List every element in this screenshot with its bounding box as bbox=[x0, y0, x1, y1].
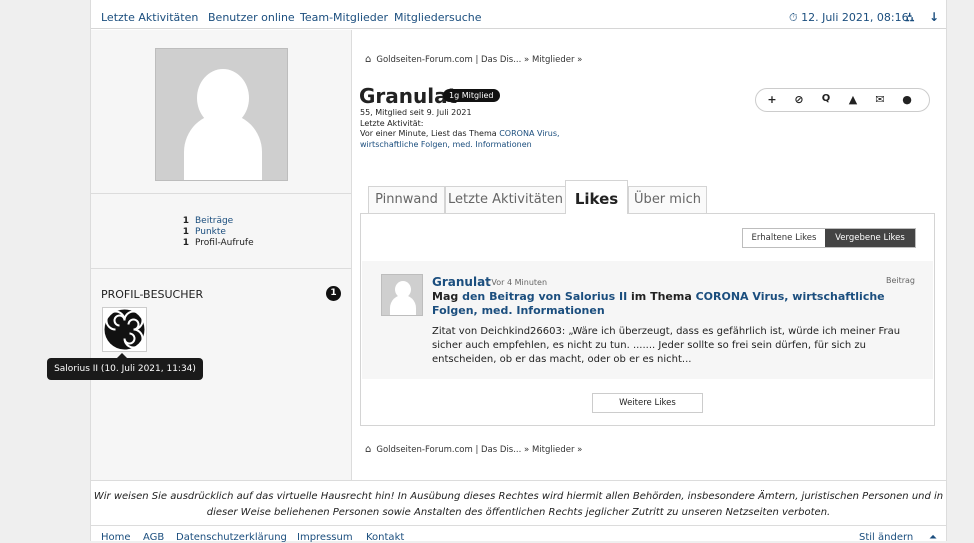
nav-team-members[interactable]: Team-Mitglieder bbox=[300, 11, 388, 24]
follow-icon[interactable]: + bbox=[760, 93, 784, 106]
stat-posts-link[interactable]: Beiträge bbox=[195, 216, 233, 226]
arrow-down-icon[interactable]: ↓ bbox=[929, 10, 939, 24]
rank-badge: 1g Mitglied bbox=[443, 89, 500, 102]
breadcrumb-members[interactable]: Mitglieder bbox=[532, 445, 575, 455]
post-link[interactable]: den Beitrag von Salorius II bbox=[462, 290, 627, 303]
breadcrumb-top: ⌂ Goldseiten-Forum.com | Das Dis... » Mit… bbox=[365, 54, 583, 65]
like-quote: Zitat von Deichkind26603: „Wäre ich über… bbox=[432, 326, 901, 365]
arrow-up-icon[interactable]: ⏶ bbox=[929, 532, 937, 543]
mail-icon[interactable]: ✉ bbox=[868, 93, 892, 106]
likes-panel: Erhaltene Likes Vergebene Likes Granulat… bbox=[360, 213, 935, 426]
tab-about-me[interactable]: Über mich bbox=[628, 186, 707, 214]
tab-recent-activity[interactable]: Letzte Aktivitäten bbox=[445, 186, 566, 214]
nav-member-search[interactable]: Mitgliedersuche bbox=[394, 11, 481, 24]
user-avatar[interactable] bbox=[381, 274, 423, 316]
visitor-tooltip: Salorius II (10. Juli 2021, 11:34) bbox=[47, 353, 203, 380]
profile-stats: 1 Beiträge 1 Punkte 1 Profil-Aufrufe bbox=[179, 216, 254, 249]
stat-views: 1 Profil-Aufrufe bbox=[182, 238, 254, 248]
given-likes-button[interactable]: Vergebene Likes bbox=[825, 229, 915, 247]
footer-agb[interactable]: AGB bbox=[143, 532, 164, 543]
legal-notice: Wir weisen Sie ausdrücklich auf das virt… bbox=[91, 480, 946, 526]
breadcrumb-members[interactable]: Mitglieder bbox=[532, 55, 575, 65]
profile-visitors-title: PROFIL-BESUCHER bbox=[101, 288, 204, 301]
tab-pinnwand[interactable]: Pinnwand bbox=[368, 186, 445, 214]
divider bbox=[91, 193, 352, 194]
avatar-body-shape bbox=[184, 113, 262, 180]
stat-posts: 1 Beiträge bbox=[182, 216, 234, 226]
breadcrumb-site[interactable]: Goldseiten-Forum.com | Das Dis... bbox=[376, 55, 521, 65]
search-icon[interactable]: Q bbox=[814, 93, 838, 104]
footer-style[interactable]: Stil ändern bbox=[859, 532, 913, 543]
like-headline: Mag den Beitrag von Salorius II im Thema… bbox=[432, 290, 885, 317]
likes-filter: Erhaltene Likes Vergebene Likes bbox=[742, 228, 916, 248]
home-icon[interactable]: ⌂ bbox=[365, 444, 371, 455]
like-item: Granulat - Vor 4 Minuten Beitrag Mag den… bbox=[362, 261, 933, 379]
profile-action-bar: + ⊘ Q ▲ ✉ ● bbox=[755, 88, 930, 112]
sub-navigation: Letzte Aktivitäten Benutzer online Team-… bbox=[91, 7, 946, 29]
footer: Home AGB Datenschutzerklärung Impressum … bbox=[91, 527, 946, 543]
stat-points: 1 Punkte bbox=[182, 227, 226, 237]
profile-sidebar: 1 Beiträge 1 Punkte 1 Profil-Aufrufe PROFIL… bbox=[91, 30, 352, 480]
sitemap-icon[interactable]: ⛼ bbox=[905, 10, 914, 26]
conversation-icon[interactable]: ● bbox=[895, 93, 919, 106]
nav-users-online[interactable]: Benutzer online bbox=[208, 11, 295, 24]
tab-likes[interactable]: Likes bbox=[565, 180, 628, 214]
visitor-avatar[interactable] bbox=[102, 307, 147, 352]
nav-recent-activity[interactable]: Letzte Aktivitäten bbox=[101, 11, 198, 24]
report-icon[interactable]: ▲ bbox=[841, 93, 865, 106]
profile-avatar bbox=[155, 48, 288, 181]
footer-contact[interactable]: Kontakt bbox=[366, 532, 404, 543]
footer-imprint[interactable]: Impressum bbox=[297, 532, 353, 543]
received-likes-button[interactable]: Erhaltene Likes bbox=[743, 229, 825, 247]
current-datetime: ⏱ 12. Juli 2021, 08:16 bbox=[789, 11, 909, 24]
page-container: Letzte Aktivitäten Benutzer online Team-… bbox=[90, 0, 947, 543]
footer-home[interactable]: Home bbox=[101, 532, 131, 543]
visitors-count-badge: 1 bbox=[326, 286, 341, 301]
footer-privacy[interactable]: Datenschutzerklärung bbox=[176, 532, 287, 543]
more-likes-button[interactable]: Weitere Likes bbox=[592, 393, 703, 413]
home-icon[interactable]: ⌂ bbox=[365, 54, 371, 65]
block-icon[interactable]: ⊘ bbox=[787, 93, 811, 106]
like-username[interactable]: Granulat bbox=[432, 275, 491, 289]
clock-icon: ⏱ bbox=[789, 11, 798, 24]
stat-points-link[interactable]: Punkte bbox=[195, 227, 226, 237]
divider bbox=[91, 268, 352, 269]
breadcrumb-site[interactable]: Goldseiten-Forum.com | Das Dis... bbox=[376, 445, 521, 455]
triskelion-icon bbox=[104, 309, 145, 350]
like-type: Beitrag bbox=[885, 276, 915, 285]
like-time: - Vor 4 Minuten bbox=[486, 278, 548, 287]
profile-meta: 55, Mitglied seit 9. Juli 2021 Letzte Ak… bbox=[360, 108, 560, 149]
breadcrumb-bottom: ⌂ Goldseiten-Forum.com | Das Dis... » Mit… bbox=[365, 444, 583, 455]
